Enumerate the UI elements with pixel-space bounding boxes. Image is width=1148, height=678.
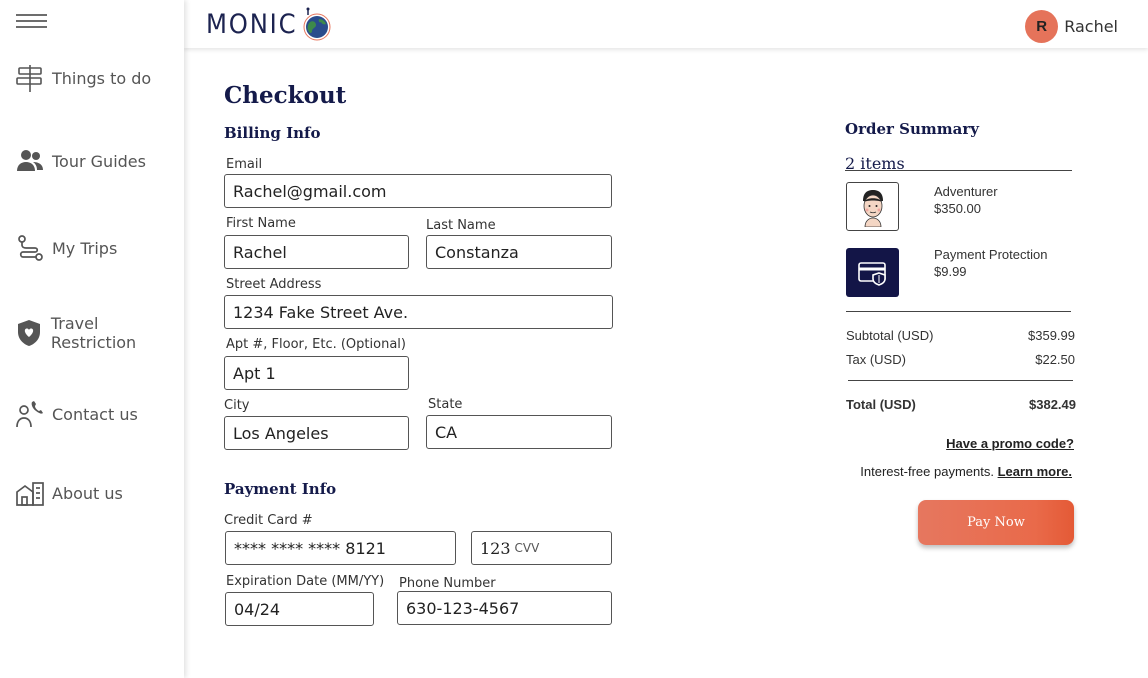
email-field[interactable] — [224, 174, 612, 208]
interest-free-note: Interest-free payments. Learn more. — [860, 464, 1072, 479]
sidebar-item-label: Contact us — [52, 404, 138, 424]
item-name: Payment Protection — [934, 247, 1048, 262]
sidebar-item-things-to-do[interactable]: Things to do — [14, 62, 151, 94]
city-label: City — [224, 398, 250, 413]
last-name-label: Last Name — [426, 218, 496, 233]
sidebar-item-label: About us — [52, 483, 123, 503]
tax-label: Tax (USD) — [846, 352, 906, 367]
phone-number-input[interactable] — [406, 598, 603, 618]
item-price: $350.00 — [934, 201, 981, 216]
first-name-label: First Name — [226, 216, 296, 231]
order-summary-heading: Order Summary — [845, 120, 979, 138]
page-title: Checkout — [224, 82, 347, 109]
adventurer-thumbnail — [846, 182, 899, 231]
globe-icon — [303, 7, 331, 41]
sidebar-item-label: Travel Restriction — [50, 314, 137, 352]
credit-card-label: Credit Card # — [224, 513, 313, 528]
expiration-date-input[interactable] — [234, 599, 365, 619]
email-label: Email — [226, 157, 263, 172]
credit-card-field[interactable] — [225, 531, 456, 565]
person-phone-icon — [14, 398, 46, 430]
card-shield-icon — [857, 261, 886, 286]
cvv-field[interactable]: 123 CVV — [471, 531, 612, 565]
city-field[interactable] — [224, 416, 409, 450]
sidebar-item-label: Tour Guides — [52, 151, 146, 171]
sidebar-item-travel-restriction[interactable]: Travel Restriction — [14, 314, 184, 352]
street-address-input[interactable] — [233, 302, 604, 322]
item-price: $9.99 — [934, 264, 967, 279]
route-icon — [14, 232, 46, 264]
shield-heart-icon — [14, 317, 45, 349]
sidebar-item-tour-guides[interactable]: Tour Guides — [14, 145, 146, 177]
sidebar: Things to do Tour Guides My Trips Travel… — [0, 0, 184, 678]
billing-info-heading: Billing Info — [224, 124, 321, 142]
state-field[interactable] — [426, 415, 612, 449]
learn-more-link[interactable]: Learn more. — [998, 464, 1072, 479]
phone-number-label: Phone Number — [399, 576, 496, 591]
top-header: MONIC R Rachel — [184, 0, 1148, 48]
logo-text: MONIC — [206, 8, 298, 40]
promo-code-link[interactable]: Have a promo code? — [946, 436, 1074, 451]
summary-divider — [845, 170, 1072, 171]
expiration-date-label: Expiration Date (MM/YY) — [226, 574, 385, 589]
state-label: State — [428, 397, 463, 412]
sidebar-item-contact-us[interactable]: Contact us — [14, 398, 138, 430]
total-value: $382.49 — [1029, 397, 1076, 412]
credit-card-input[interactable] — [234, 538, 447, 558]
item-name: Adventurer — [934, 184, 998, 199]
cvv-suffix: CVV — [514, 541, 540, 555]
cvv-value: 123 — [480, 538, 511, 558]
summary-divider — [846, 311, 1071, 312]
expiration-date-field[interactable] — [225, 592, 374, 626]
pay-now-button[interactable]: Pay Now — [918, 500, 1074, 545]
sidebar-item-label: Things to do — [52, 68, 152, 88]
avatar: R — [1025, 10, 1059, 43]
user-name: Rachel — [1064, 17, 1118, 36]
hamburger-menu-icon[interactable] — [16, 14, 47, 30]
subtotal-label: Subtotal (USD) — [846, 328, 934, 343]
sidebar-item-my-trips[interactable]: My Trips — [14, 232, 117, 264]
user-menu[interactable]: R Rachel — [1025, 10, 1118, 43]
monico-logo[interactable]: MONIC — [206, 4, 334, 44]
people-icon — [14, 145, 46, 177]
first-name-field[interactable] — [224, 235, 409, 269]
buildings-icon — [14, 477, 46, 509]
total-label: Total (USD) — [846, 397, 916, 412]
street-address-label: Street Address — [226, 277, 322, 292]
last-name-input[interactable] — [435, 242, 603, 262]
last-name-field[interactable] — [426, 235, 612, 269]
city-input[interactable] — [233, 423, 400, 443]
tax-value: $22.50 — [1035, 352, 1075, 367]
street-address-field[interactable] — [224, 295, 613, 329]
phone-number-field[interactable] — [397, 591, 612, 625]
guide-avatar-icon — [862, 189, 883, 227]
apt-input[interactable] — [233, 363, 400, 383]
state-input[interactable] — [435, 422, 603, 442]
payment-protection-thumbnail — [846, 248, 899, 297]
sidebar-item-label: My Trips — [52, 238, 118, 258]
email-input[interactable] — [233, 181, 603, 201]
sidebar-item-about-us[interactable]: About us — [14, 477, 123, 509]
first-name-input[interactable] — [233, 242, 400, 262]
summary-divider — [848, 380, 1073, 381]
apt-label: Apt #, Floor, Etc. (Optional) — [226, 337, 406, 352]
apt-field[interactable] — [224, 356, 409, 390]
signpost-icon — [14, 62, 46, 94]
interest-free-text: Interest-free payments. — [860, 464, 994, 479]
payment-info-heading: Payment Info — [224, 480, 337, 498]
subtotal-value: $359.99 — [1028, 328, 1075, 343]
